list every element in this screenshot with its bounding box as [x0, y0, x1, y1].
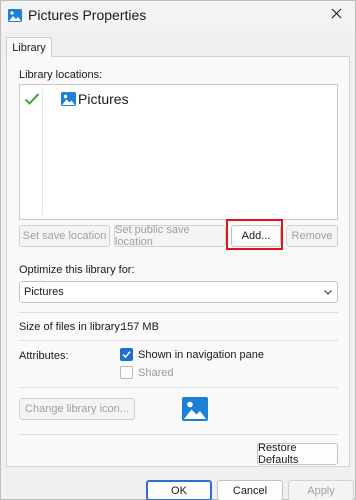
set-public-save-location-button[interactable]: Set public save location: [114, 224, 226, 248]
attributes-label: Attributes:: [19, 350, 69, 362]
optimize-label: Optimize this library for:: [19, 264, 135, 276]
shared-label[interactable]: Shared: [138, 367, 173, 380]
optimize-value: Pictures: [24, 286, 64, 298]
set-save-location-button[interactable]: Set save location: [19, 225, 110, 247]
ok-button[interactable]: OK: [146, 480, 212, 500]
checkmark-icon: [24, 92, 40, 106]
separator: [19, 340, 338, 341]
pictures-library-icon: [8, 9, 22, 22]
change-library-icon-button[interactable]: Change library icon...: [19, 398, 135, 420]
separator: [19, 387, 338, 388]
library-locations-label: Library locations:: [19, 69, 103, 81]
cancel-button[interactable]: Cancel: [217, 480, 283, 500]
library-icon-preview: [182, 397, 208, 421]
close-button[interactable]: [323, 3, 349, 27]
separator: [19, 312, 338, 313]
close-icon: [331, 8, 342, 22]
library-panel: Library locations: Pictures Set save loc…: [6, 56, 350, 467]
size-label: Size of files in library:: [19, 321, 123, 333]
tab-library[interactable]: Library: [6, 37, 52, 57]
separator: [19, 434, 338, 435]
shown-in-navigation-label[interactable]: Shown in navigation pane: [138, 349, 264, 362]
shared-checkbox[interactable]: [120, 366, 133, 379]
pictures-folder-icon: [61, 92, 76, 106]
shown-in-navigation-checkbox[interactable]: [120, 348, 133, 361]
remove-location-button[interactable]: Remove: [286, 225, 338, 247]
window-title: Pictures Properties: [28, 7, 147, 23]
highlight-box: [226, 219, 283, 250]
optimize-select[interactable]: Pictures: [19, 281, 338, 303]
restore-defaults-button[interactable]: Restore Defaults: [257, 442, 338, 466]
dialog-footer: OK Cancel Apply: [1, 467, 355, 500]
properties-dialog: Pictures Properties Library Library loca…: [0, 0, 356, 500]
list-item[interactable]: Pictures: [24, 89, 129, 109]
location-name: Pictures: [78, 91, 129, 107]
title-bar: Pictures Properties: [1, 1, 355, 31]
apply-button[interactable]: Apply: [288, 480, 354, 500]
chevron-down-icon: [323, 287, 333, 297]
size-value: 157 MB: [121, 321, 159, 333]
library-locations-list[interactable]: Pictures: [19, 84, 338, 220]
